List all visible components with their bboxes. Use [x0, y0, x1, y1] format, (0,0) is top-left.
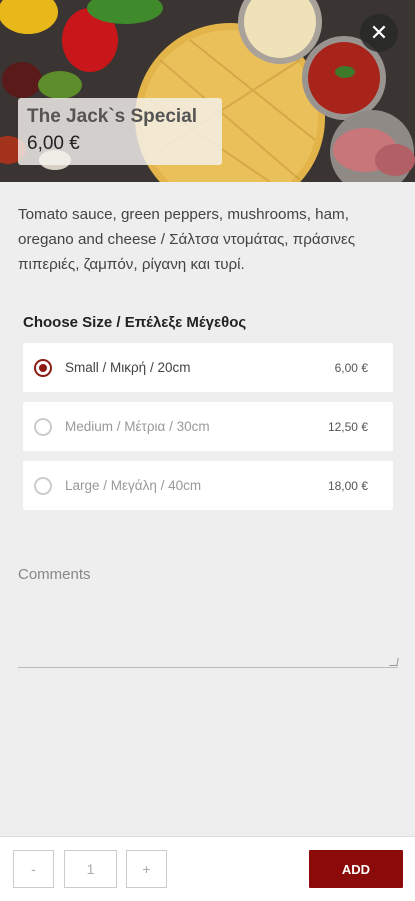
comments-field[interactable]: Comments — [18, 560, 399, 668]
increase-quantity-button[interactable]: + — [126, 850, 167, 888]
size-option-price: 18,00 € — [327, 478, 368, 493]
quantity-field[interactable]: 1 — [64, 850, 117, 888]
size-heading: Choose Size / Επέλεξε Μέγεθος — [23, 314, 247, 331]
close-button[interactable]: ✕ — [360, 14, 398, 52]
size-option-label: Large / Μεγάλη / 40cm — [65, 478, 202, 493]
product-title-card: The Jack`s Special 6,00 € — [18, 98, 222, 165]
size-option-label: Medium / Μέτρια / 30cm — [65, 419, 210, 434]
size-option-price: 6,00 € — [334, 360, 368, 375]
product-price: 6,00 € — [27, 133, 80, 154]
size-option-large[interactable]: Large / Μεγάλη / 40cm 18,00 € — [23, 461, 393, 510]
radio-button[interactable] — [34, 417, 52, 436]
close-icon: ✕ — [369, 20, 389, 45]
radio-button[interactable] — [34, 358, 52, 377]
size-option-medium[interactable]: Medium / Μέτρια / 30cm 12,50 € — [23, 402, 393, 451]
product-name: The Jack`s Special — [27, 106, 198, 127]
product-description: Tomato sauce, green peppers, mushrooms, … — [18, 206, 356, 273]
size-option-price: 12,50 € — [327, 419, 368, 434]
product-image: ✕ The Jack`s Special 6,00 € — [0, 0, 415, 182]
decrease-quantity-button[interactable]: - — [13, 850, 54, 888]
resize-handle-icon[interactable] — [389, 658, 399, 666]
size-option-small[interactable]: Small / Μικρή / 20cm 6,00 € — [23, 343, 393, 392]
order-bar: - 1 + ADD — [0, 836, 415, 901]
add-to-cart-button[interactable]: ADD — [309, 850, 403, 888]
size-option-label: Small / Μικρή / 20cm — [65, 360, 191, 375]
radio-button[interactable] — [34, 476, 52, 495]
comments-placeholder: Comments — [18, 566, 91, 583]
